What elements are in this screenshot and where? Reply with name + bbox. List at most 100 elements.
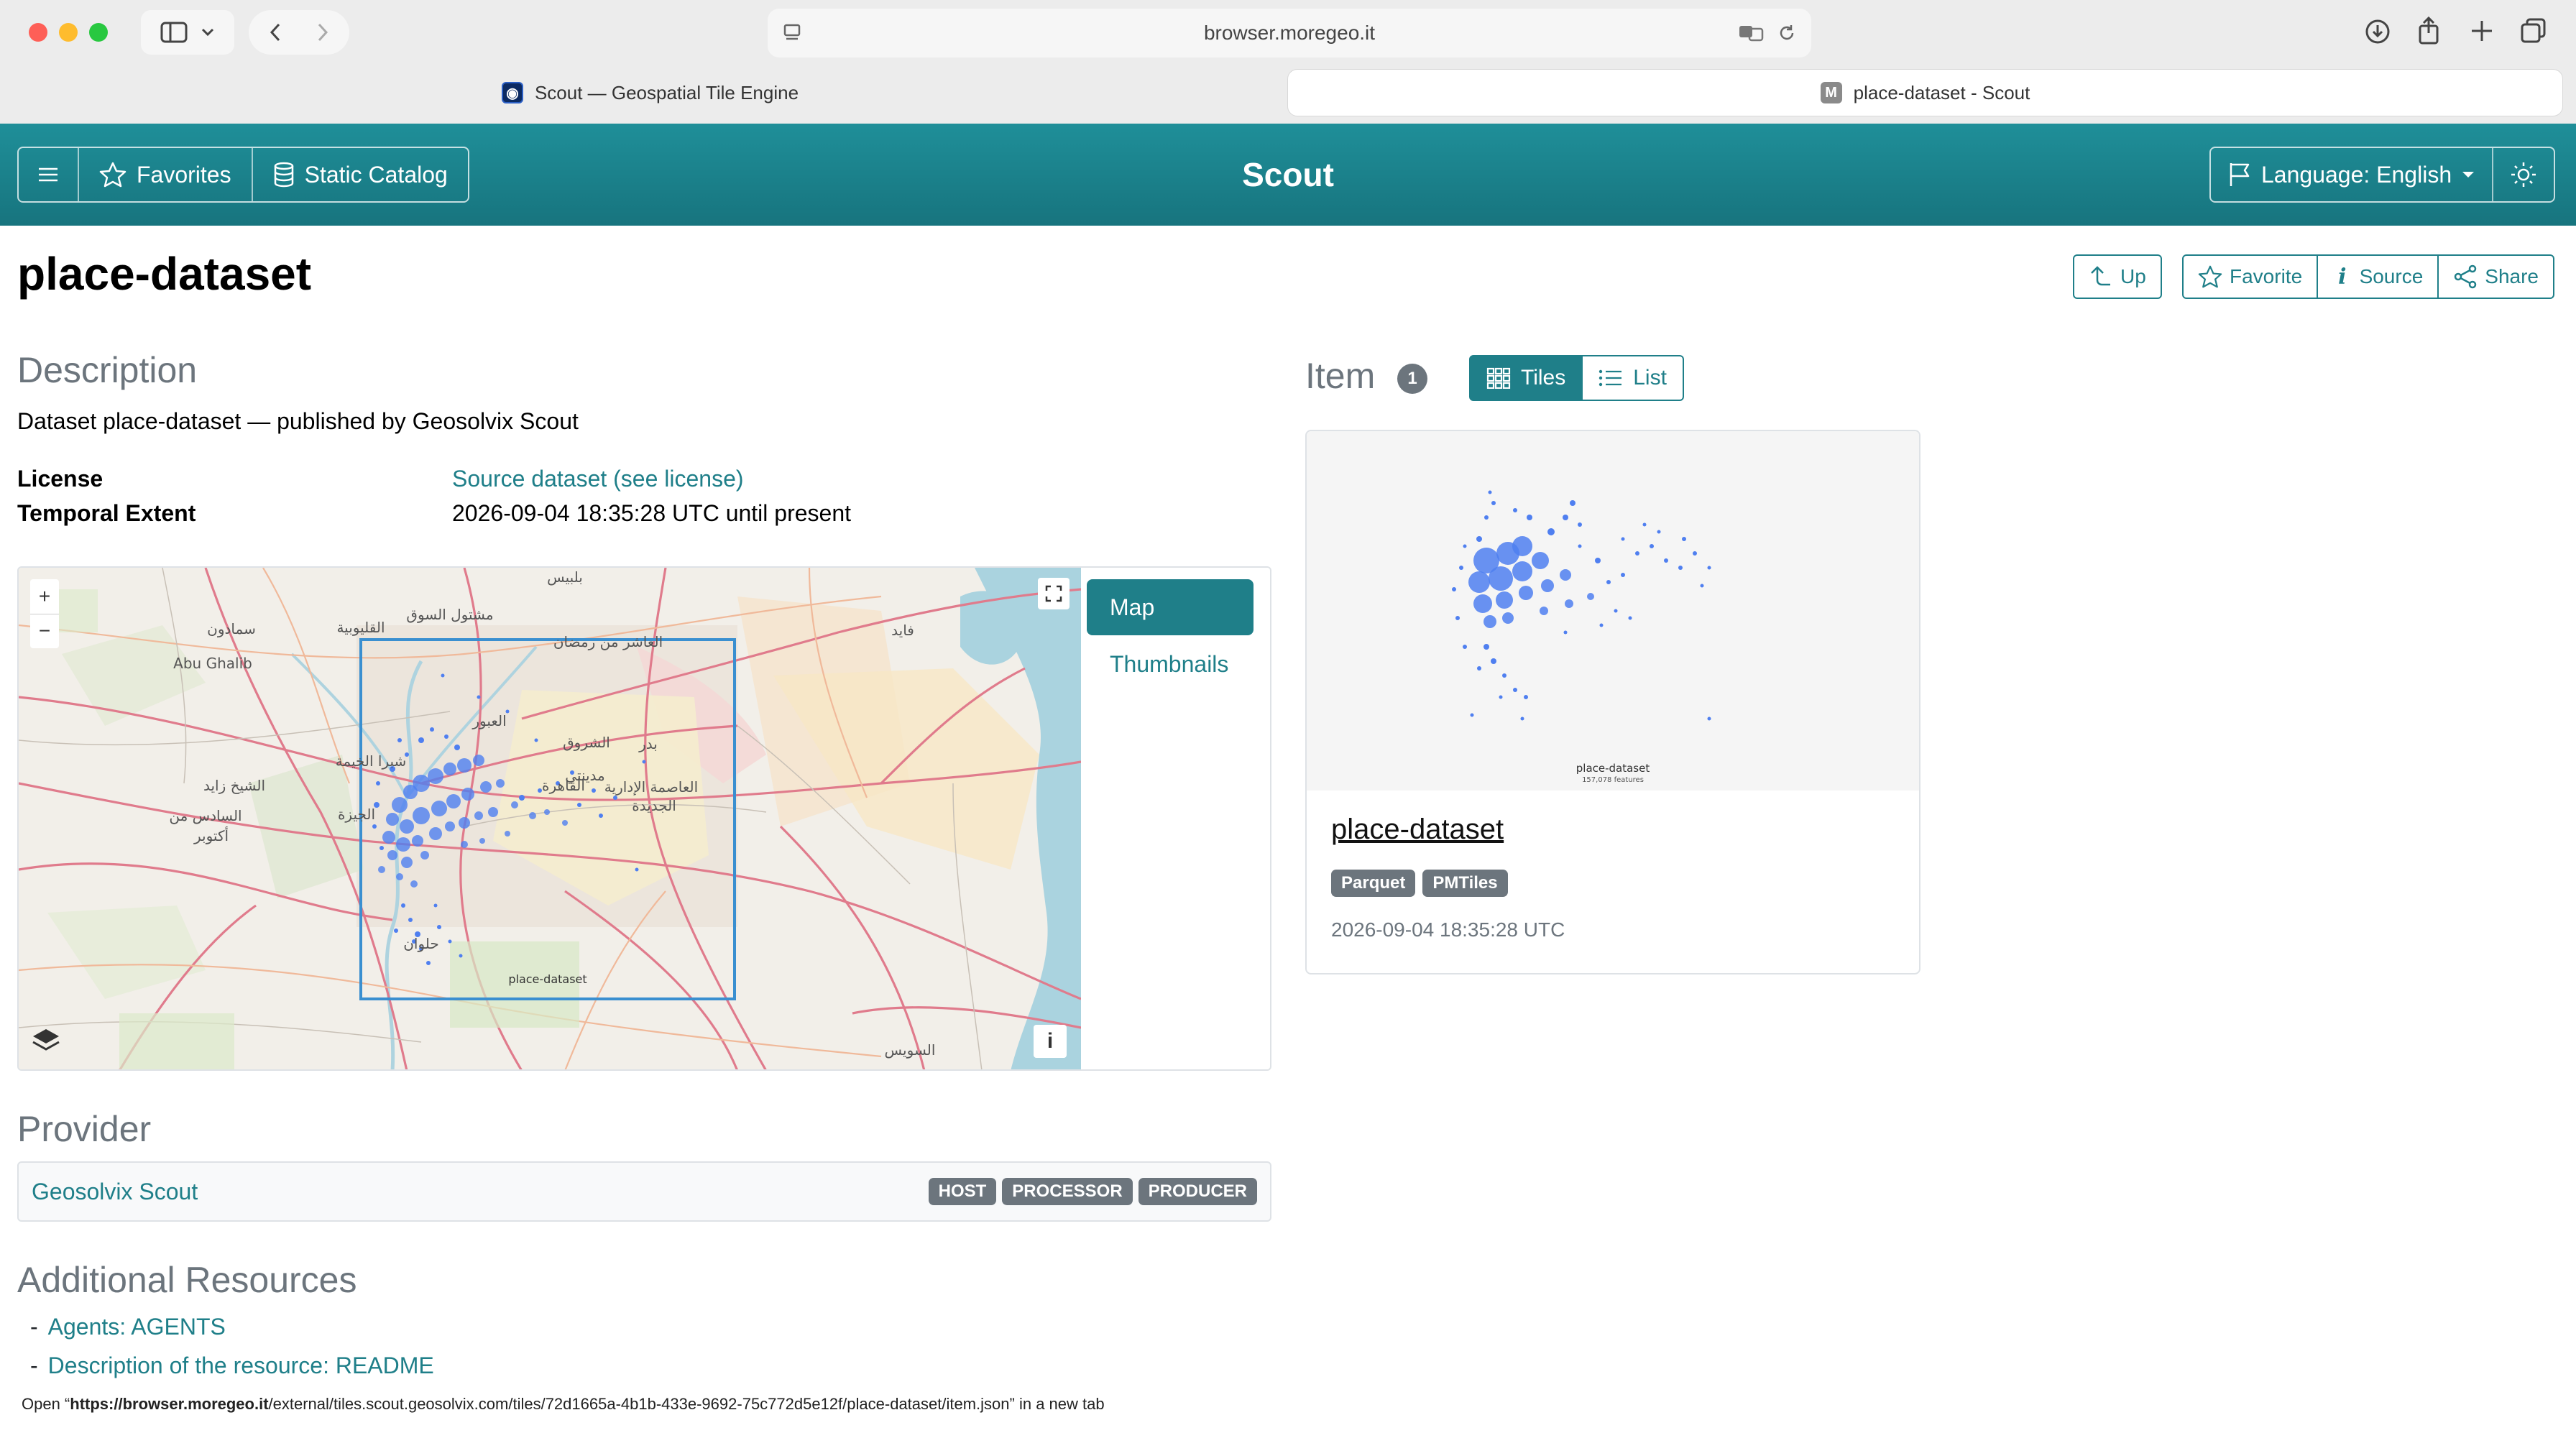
item-actions-group: Favorite i Source Share [2182,254,2554,299]
share-icon [2455,264,2477,289]
favorites-label: Favorites [137,161,231,188]
up-button[interactable]: Up [2073,254,2162,299]
provider-row: Geosolvix Scout HOST PROCESSOR PRODUCER [17,1161,1271,1222]
up-action-group: Up [2073,254,2162,299]
resource-item: - Description of the resource: README [30,1353,434,1379]
license-key: License [17,466,104,492]
fullscreen-button[interactable] [1038,578,1070,609]
map-label-sheikh-zayed: الشيخ زايد [203,777,265,794]
map-bbox-label: place-dataset [508,972,586,986]
resource-link-readme[interactable]: Description of the resource: README [48,1353,434,1379]
caret-down-icon [2462,172,2475,178]
attribution-button[interactable]: i [1034,1025,1067,1058]
zoom-in-button[interactable]: + [30,579,59,614]
provider-name-link[interactable]: Geosolvix Scout [32,1179,198,1205]
list-view-button[interactable]: List [1583,355,1684,401]
map-label-fayed: فايد [891,622,914,639]
map-canvas[interactable]: Abu Ghalib سمادون القليوبية مشتول السوق … [19,568,1081,1069]
thumbnail-sublabel: 157,078 features [1582,776,1644,784]
translate-icon[interactable] [1738,23,1764,43]
additional-resources-heading: Additional Resources [17,1260,357,1300]
tab-strip: ◉ Scout — Geospatial Tile Engine M place… [13,69,2563,116]
up-label: Up [2120,265,2146,287]
language-dropdown[interactable]: Language: English [2211,148,2494,201]
badge-parquet: Parquet [1331,870,1416,897]
map-label-suez: السويس [885,1041,936,1059]
map-label-abu-ghalib: Abu Ghalib [173,655,252,672]
license-link[interactable]: Source dataset (see license) [452,466,744,492]
list-bullet: - [30,1353,38,1378]
map-label-giza: الجيزة [338,806,375,823]
status-url-path: /external/tiles.scout.geosolvix.com/tile… [268,1395,1010,1413]
chevron-down-icon [201,28,214,37]
description-text: Dataset place-dataset — published by Geo… [17,408,579,434]
sidebar-toggle-button[interactable] [141,10,234,55]
map-label-sixth-october: السادس من [169,807,242,824]
tab-map[interactable]: Map [1087,579,1254,635]
link-status-bar: Open “https://browser.moregeo.it/externa… [0,1390,1294,1419]
tab-favicon: M [1820,82,1842,103]
tab-scout-home[interactable]: ◉ Scout — Geospatial Tile Engine [13,69,1287,116]
description-heading: Description [17,350,198,390]
share-button[interactable]: Share [2439,254,2554,299]
layers-icon [32,1029,60,1051]
map-label-madinaty: مدينتي [565,767,605,785]
temporal-extent-value: 2026-09-04 18:35:28 UTC until present [452,500,852,526]
back-icon[interactable] [270,22,281,42]
address-bar[interactable]: browser.moregeo.it [768,9,1811,57]
static-catalog-button[interactable]: Static Catalog [253,148,468,201]
status-suffix: ” in a new tab [1009,1395,1105,1413]
grid-icon [1486,367,1511,389]
reload-icon[interactable] [1777,23,1797,43]
map-label-bilbis: بلبيس [547,568,583,586]
temporal-extent-key: Temporal Extent [17,500,196,526]
map-label-mostorod: مشتول السوق [406,606,493,623]
close-window-button[interactable] [29,23,47,42]
theme-toggle-button[interactable] [2493,148,2554,201]
items-count-badge: 1 [1397,364,1427,394]
tab-thumbnails[interactable]: Thumbnails [1110,651,1228,678]
item-title-link[interactable]: place-dataset [1331,814,1504,846]
address-text: browser.moregeo.it [1203,22,1376,44]
tab-place-dataset[interactable]: M place-dataset - Scout [1287,69,2563,116]
static-catalog-label: Static Catalog [304,161,448,188]
language-label: Language: English [2261,161,2452,188]
minimize-window-button[interactable] [59,23,78,42]
favorite-label: Favorite [2230,265,2303,287]
flag-icon [2230,163,2250,186]
item-thumbnail[interactable]: place-dataset 157,078 features [1307,431,1919,791]
page-settings-icon[interactable] [782,23,802,43]
item-datetime: 2026-09-04 18:35:28 UTC [1331,918,1565,941]
share-sheet-icon[interactable] [2416,16,2441,45]
resource-link-agents[interactable]: Agents: AGENTS [48,1314,226,1340]
basemap: Abu Ghalib سمادون القليوبية مشتول السوق … [19,568,1081,1069]
downloads-icon[interactable] [2365,19,2391,45]
role-badge-producer: PRODUCER [1138,1178,1257,1205]
role-badge-processor: PROCESSOR [1002,1178,1133,1205]
items-heading: Item [1305,356,1376,396]
thumbnail-preview: place-dataset 157,078 features [1452,490,1711,784]
favorites-button[interactable]: Favorites [79,148,253,201]
new-tab-icon[interactable] [2470,19,2494,43]
favorite-button[interactable]: Favorite [2182,254,2319,299]
map-label-october: أكتوبر [193,826,229,844]
sidebar-icon [160,22,188,43]
tab-label: place-dataset - Scout [1853,81,2030,103]
tiles-view-button[interactable]: Tiles [1469,355,1583,401]
source-button[interactable]: i Source [2318,254,2439,299]
menu-button[interactable] [19,148,79,201]
zoom-window-button[interactable] [89,23,108,42]
forward-icon[interactable] [317,22,328,42]
map-view-tabs: Map Thumbnails [1081,568,1270,1069]
layers-button[interactable] [29,1022,63,1056]
info-icon: i [2338,264,2347,290]
map-label-qalyub: القليوبية [336,619,385,636]
item-card[interactable]: place-dataset 157,078 features place-dat… [1305,430,1920,974]
provider-roles: HOST PROCESSOR PRODUCER [928,1178,1257,1205]
tab-overview-icon[interactable] [2520,17,2547,45]
zoom-out-button[interactable]: − [30,614,59,649]
tiles-label: Tiles [1521,366,1566,390]
map-label-shubra: شبرا الخيمة [336,752,407,770]
star-icon [2198,265,2222,288]
role-badge-host: HOST [928,1178,997,1205]
